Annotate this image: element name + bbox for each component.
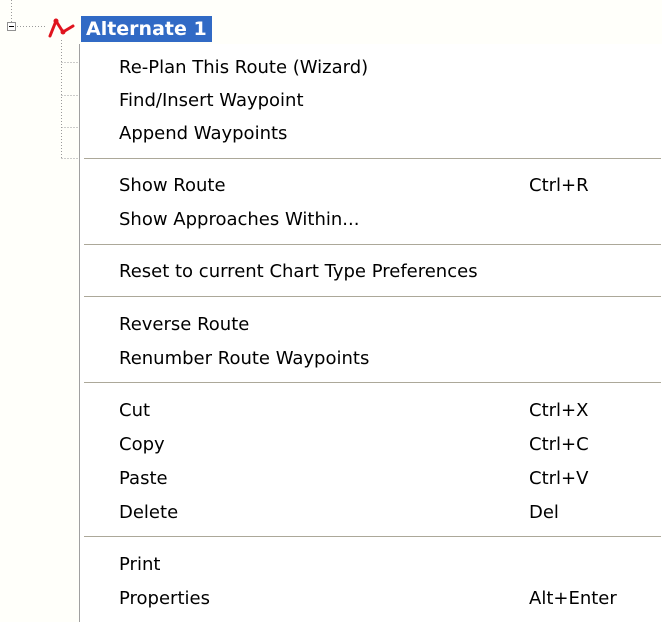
menu-item-label: Renumber Route Waypoints [119,348,370,369]
menu-item-append-waypoints[interactable]: Append Waypoints [80,117,662,151]
menu-item-copy[interactable]: Copy Ctrl+C [80,428,662,462]
menu-item-show-approaches-within[interactable]: Show Approaches Within... [80,203,662,237]
menu-item-label: Cut [119,400,151,421]
menu-item-replan-route-wizard[interactable]: Re-Plan This Route (Wizard) [80,51,662,85]
menu-separator [84,536,661,537]
menu-item-label: Show Route [119,175,226,196]
menu-item-shortcut: Ctrl+X [529,400,589,421]
menu-item-label: Reverse Route [119,314,250,335]
menu-item-label: Properties [119,588,210,609]
screen: Alternate 1 Re-Plan This Route (Wizard) … [0,0,662,622]
menu-item-label: Print [119,554,161,575]
menu-item-shortcut: Ctrl+C [529,434,589,455]
menu-item-shortcut: Ctrl+V [529,468,589,489]
tree-node-alternate-1[interactable]: Alternate 1 [81,16,212,42]
menu-separator [84,296,661,297]
menu-item-cut[interactable]: Cut Ctrl+X [80,394,662,428]
menu-separator [84,382,661,383]
route-icon [48,18,75,38]
menu-item-shortcut: Del [529,502,559,523]
menu-item-label: Reset to current Chart Type Preferences [119,261,478,282]
menu-item-label: Find/Insert Waypoint [119,90,304,111]
menu-item-find-insert-waypoint[interactable]: Find/Insert Waypoint [80,84,662,118]
menu-item-label: Show Approaches Within... [119,209,360,230]
menu-separator [84,244,661,245]
context-menu: Re-Plan This Route (Wizard) Find/Insert … [79,44,662,622]
menu-item-label: Delete [119,502,179,523]
menu-item-paste[interactable]: Paste Ctrl+V [80,462,662,496]
menu-item-reverse-route[interactable]: Reverse Route [80,308,662,342]
menu-item-renumber-route-waypoints[interactable]: Renumber Route Waypoints [80,342,662,376]
menu-item-reset-chart-type-preferences[interactable]: Reset to current Chart Type Preferences [80,255,662,289]
menu-item-properties[interactable]: Properties Alt+Enter [80,582,662,616]
menu-separator [84,158,661,159]
collapse-minus-icon[interactable] [7,22,16,31]
menu-item-delete[interactable]: Delete Del [80,496,662,530]
menu-item-shortcut: Ctrl+R [529,175,589,196]
menu-item-shortcut: Alt+Enter [529,588,617,609]
menu-item-label: Paste [119,468,168,489]
menu-item-label: Append Waypoints [119,123,288,144]
menu-item-label: Copy [119,434,165,455]
menu-item-label: Re-Plan This Route (Wizard) [119,57,369,78]
menu-item-print[interactable]: Print [80,548,662,582]
menu-item-show-route[interactable]: Show Route Ctrl+R [80,169,662,203]
